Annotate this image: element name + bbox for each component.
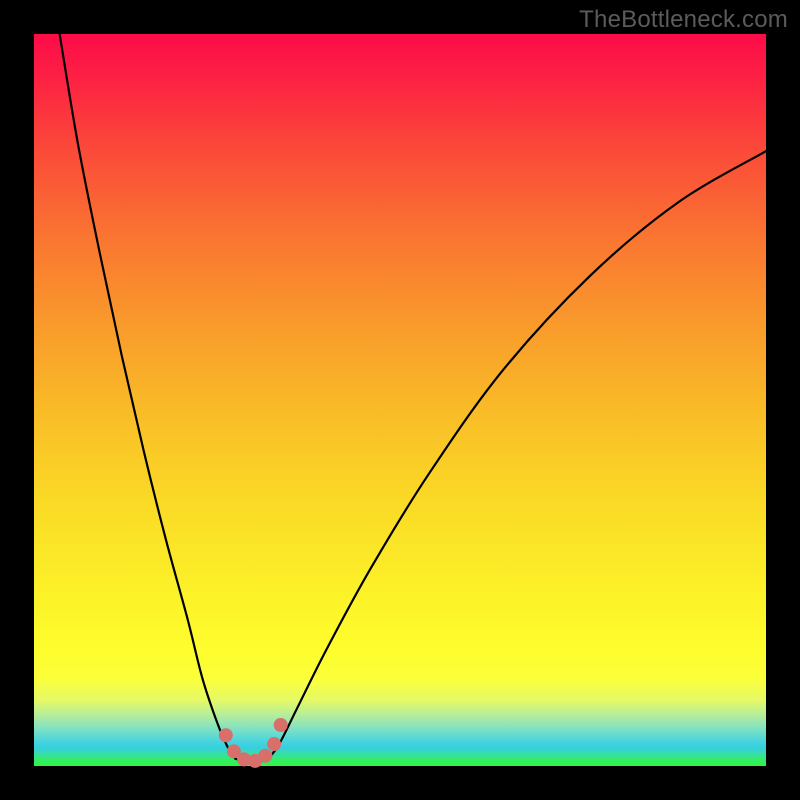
bottleneck-dot [274, 718, 288, 732]
curve-right-branch [268, 151, 766, 759]
plot-area [34, 34, 766, 766]
bottleneck-dot [267, 737, 281, 751]
bottleneck-dot [219, 728, 233, 742]
curve-left-branch [60, 34, 236, 759]
curve-svg [34, 34, 766, 766]
bottleneck-dots [219, 718, 288, 768]
bottleneck-dot [258, 749, 272, 763]
watermark-text: TheBottleneck.com [579, 6, 788, 34]
chart-frame: TheBottleneck.com [0, 0, 800, 800]
